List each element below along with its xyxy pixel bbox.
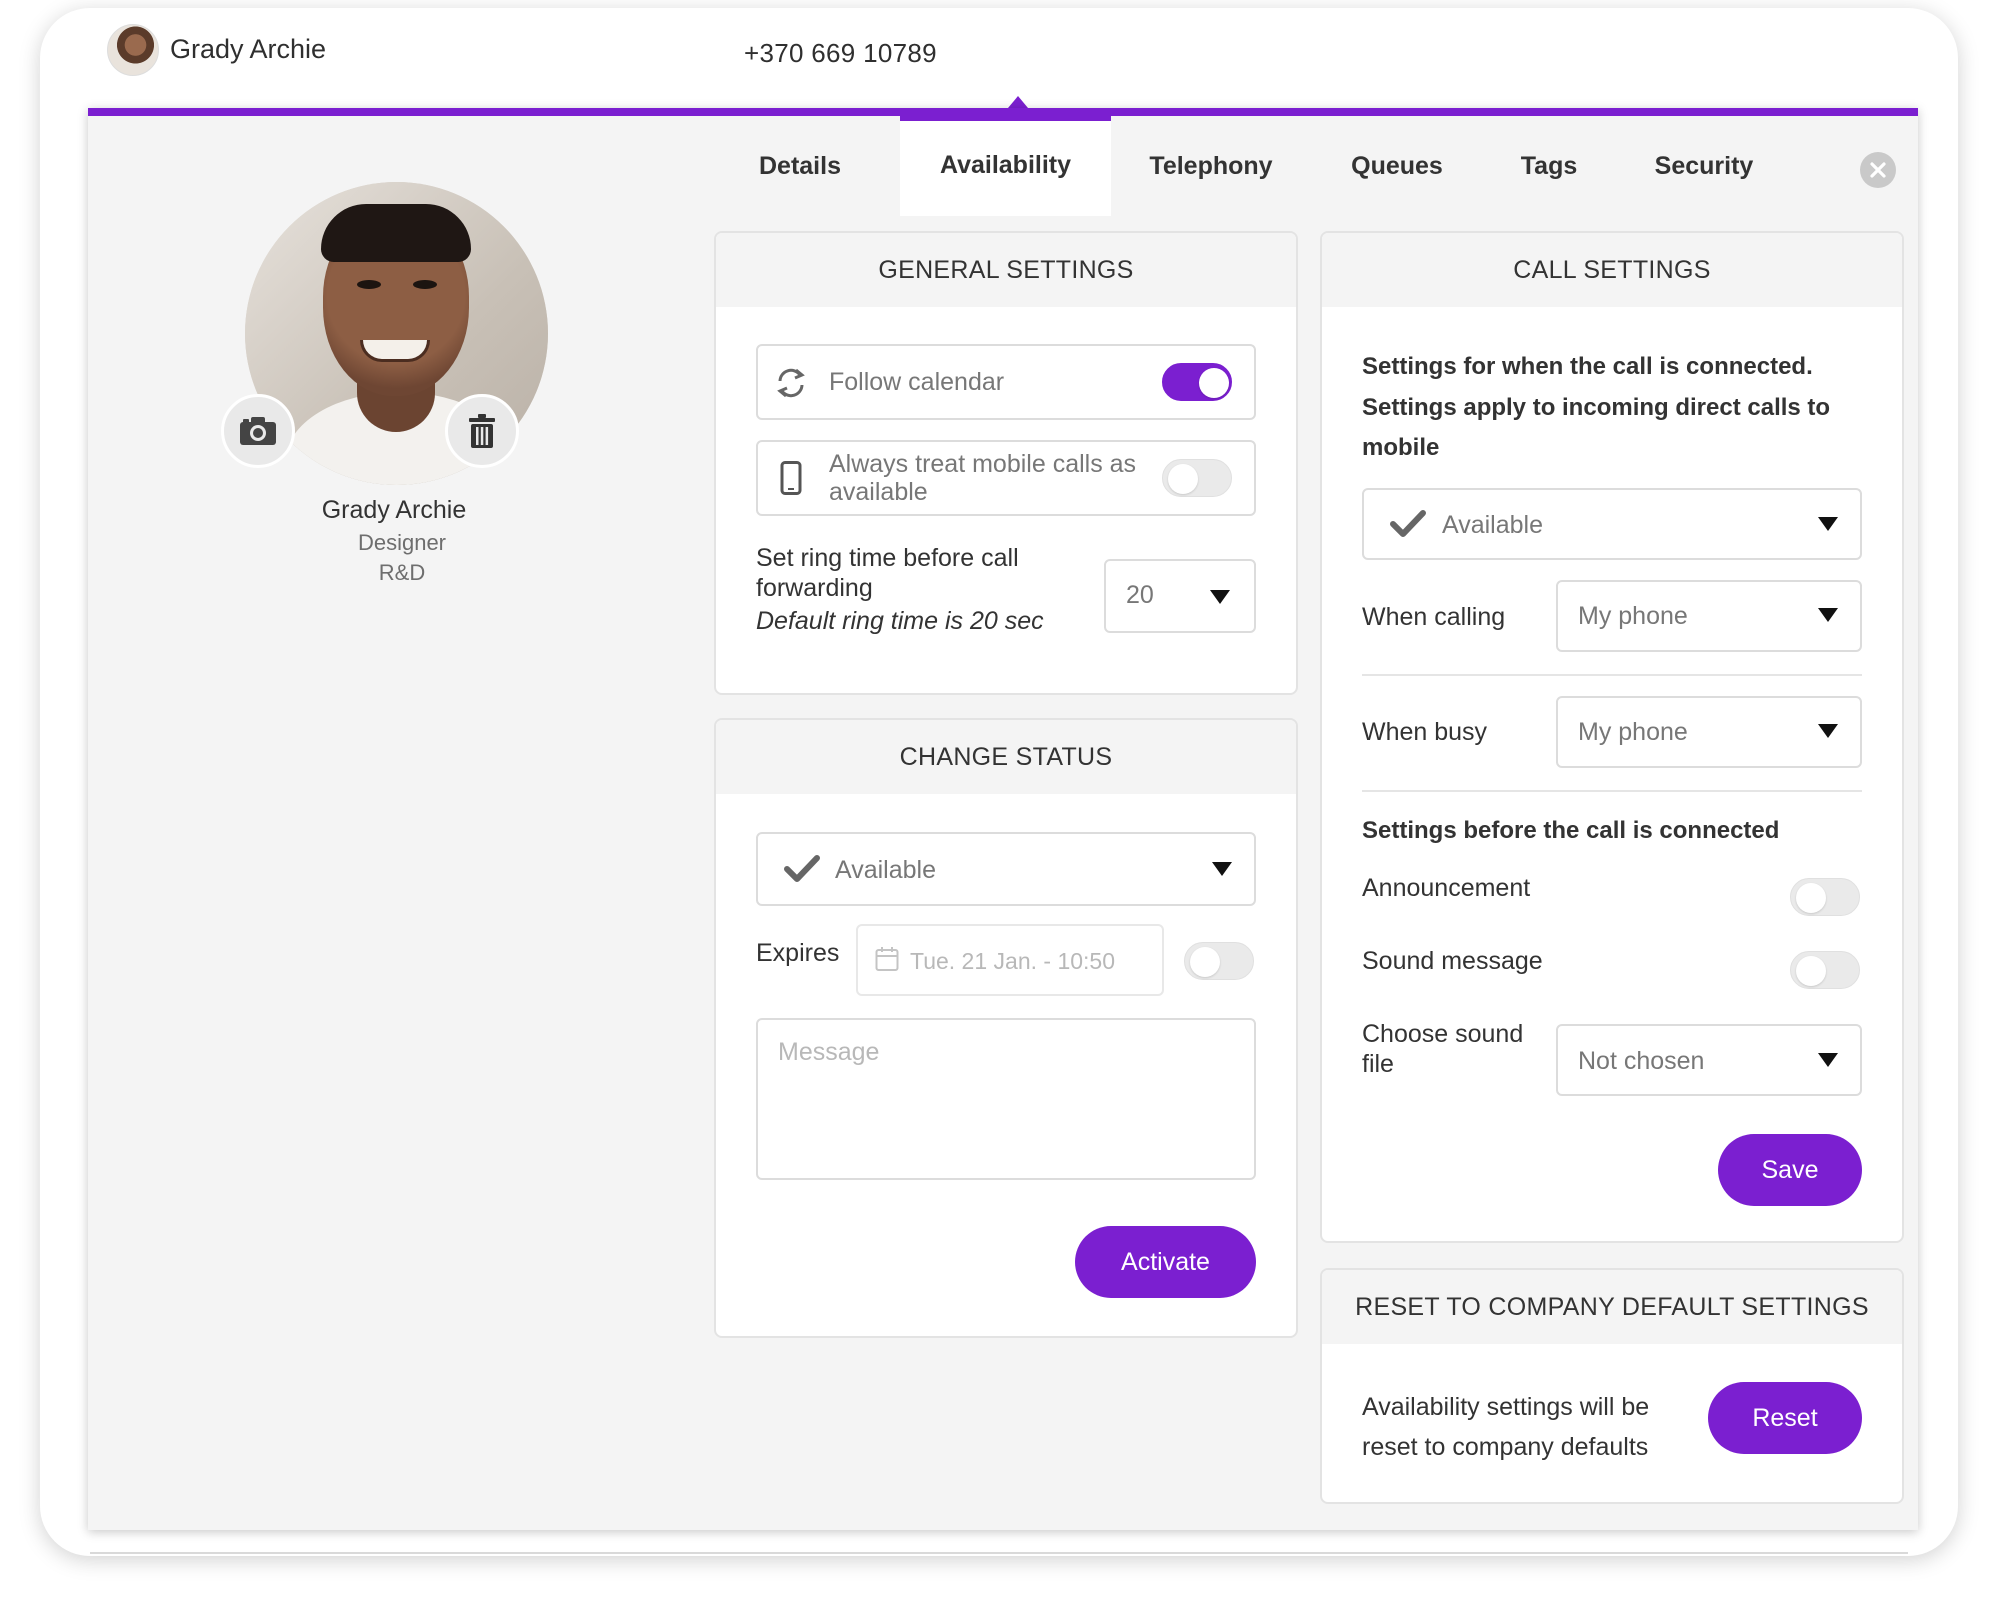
ring-time-label-line1: Set ring time before call (756, 544, 1019, 572)
call-status-value: Available (1442, 511, 1544, 539)
before-connected-title: Settings before the call is connected (1362, 817, 1780, 844)
sound-file-value: Not chosen (1578, 1047, 1705, 1075)
profile-pane: Grady Archie Designer R&D (88, 116, 700, 1530)
chevron-down-icon (1818, 608, 1838, 622)
trash-icon (469, 414, 495, 448)
sound-file-label-line2: file (1362, 1050, 1394, 1078)
message-placeholder: Message (778, 1038, 880, 1066)
announcement-label: Announcement (1362, 874, 1531, 902)
panel-pointer (1008, 96, 1028, 108)
call-status-select[interactable] (1362, 488, 1862, 560)
mobile-available-label-line2: available (829, 478, 928, 506)
announcement-toggle[interactable] (1790, 878, 1860, 916)
divider (1362, 674, 1862, 676)
contact-phone: +370 669 10789 (744, 38, 937, 68)
expires-label: Expires (756, 939, 840, 967)
profile-department: R&D (378, 560, 426, 585)
calendar-icon (875, 947, 899, 971)
profile-name: Grady Archie (321, 496, 467, 524)
tab-bar: Details Availability Telephony Queues Ta… (700, 116, 1918, 216)
mobile-available-label-line1: Always treat mobile calls as (829, 450, 1137, 478)
sound-message-label: Sound message (1362, 947, 1543, 975)
ring-time-label-line2: forwarding (756, 574, 873, 602)
tab-tags[interactable]: Tags (1483, 116, 1615, 216)
tab-details[interactable]: Details (700, 116, 900, 216)
checkmark-icon (1390, 510, 1426, 537)
delete-photo-button[interactable] (445, 394, 519, 468)
camera-icon (240, 417, 276, 445)
chevron-down-icon (1818, 724, 1838, 738)
chevron-down-icon (1210, 590, 1230, 604)
divider (1362, 790, 1862, 792)
change-photo-button[interactable] (221, 394, 295, 468)
tab-security[interactable]: Security (1615, 116, 1793, 216)
mobile-available-toggle[interactable] (1162, 459, 1232, 497)
expires-date-placeholder: Tue. 21 Jan. - 10:50 (910, 948, 1116, 974)
follow-calendar-toggle[interactable] (1162, 363, 1232, 401)
tab-telephony[interactable]: Telephony (1111, 116, 1311, 216)
mobile-phone-icon (780, 461, 802, 495)
profile-role: Designer (357, 530, 447, 555)
reset-title: RESET TO COMPANY DEFAULT SETTINGS (1322, 1270, 1902, 1344)
ring-time-value: 20 (1126, 581, 1154, 609)
avatar (107, 24, 159, 76)
change-status-title: CHANGE STATUS (716, 720, 1296, 794)
contact-row[interactable]: Grady Archie +370 669 10789 (107, 24, 1907, 78)
checkmark-icon (784, 855, 820, 882)
chevron-down-icon (1212, 862, 1232, 876)
sound-message-toggle[interactable] (1790, 951, 1860, 989)
ring-time-hint: Default ring time is 20 sec (756, 607, 1044, 635)
bottom-divider (90, 1552, 1908, 1554)
chevron-down-icon (1818, 1053, 1838, 1067)
general-settings-title: GENERAL SETTINGS (716, 233, 1296, 307)
reset-text-line2: reset to company defaults (1362, 1433, 1649, 1461)
call-settings-intro-line2: Settings apply to incoming direct calls … (1362, 394, 1831, 421)
user-settings-panel: Grady Archie Designer R&D Details Availa… (88, 108, 1918, 1530)
follow-calendar-label: Follow calendar (829, 368, 1005, 396)
save-button[interactable]: Save (1718, 1134, 1862, 1206)
call-settings-intro-line3: mobile (1362, 434, 1440, 461)
chevron-down-icon (1818, 517, 1838, 531)
when-busy-label: When busy (1362, 718, 1488, 746)
tab-queues[interactable]: Queues (1311, 116, 1483, 216)
close-button[interactable] (1860, 152, 1896, 188)
reset-button[interactable]: Reset (1708, 1382, 1862, 1454)
activate-button[interactable]: Activate (1075, 1226, 1256, 1298)
reset-text-line1: Availability settings will be (1362, 1393, 1650, 1421)
close-icon (1870, 162, 1886, 178)
sound-file-label-line1: Choose sound (1362, 1020, 1524, 1048)
when-calling-value: My phone (1578, 602, 1688, 630)
status-select[interactable] (756, 832, 1256, 906)
call-settings-title: CALL SETTINGS (1322, 233, 1902, 307)
when-calling-label: When calling (1362, 603, 1506, 631)
tab-availability[interactable]: Availability (900, 116, 1111, 216)
contact-name: Grady Archie (170, 34, 327, 64)
expires-toggle[interactable] (1184, 942, 1254, 980)
when-busy-value: My phone (1578, 718, 1688, 746)
call-settings-intro-line1: Settings for when the call is connected. (1362, 353, 1813, 380)
sync-icon (777, 368, 805, 398)
status-value: Available (835, 856, 937, 884)
